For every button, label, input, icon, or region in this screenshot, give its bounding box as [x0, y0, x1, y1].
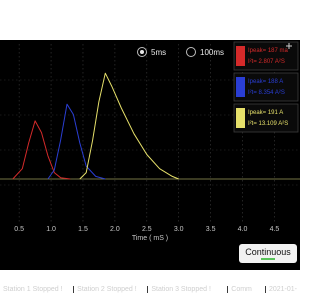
waveform-chart: 0.5 1.0 1.5 2.0 2.5 3.0 3.5 4.0 4.5 Time ( mS ) 5m… [0, 41, 300, 242]
x-tick-label: 4.5 [270, 226, 280, 233]
station-3-status: Station 3 Stopped ! [148, 285, 229, 293]
timebase-option-100ms[interactable]: 100ms [186, 47, 225, 58]
station-1-status: Station 1 Stopped ! [0, 285, 75, 293]
x-tick-label: 4.0 [238, 226, 248, 233]
x-tick-label: 2.5 [142, 226, 152, 233]
readout-ipeak: Ipeak= 188 A [248, 79, 283, 85]
readout-ipeak: Ipeak= 191 A [248, 110, 283, 116]
timebase-100ms-label: 100ms [200, 48, 224, 57]
continuous-label: Continuous [245, 247, 291, 257]
readout-color-swatch [236, 46, 245, 66]
timebase-option-5ms[interactable]: 5ms [137, 47, 167, 58]
oscilloscope-screen: 0.5 1.0 1.5 2.0 2.5 3.0 3.5 4.0 4.5 Time ( mS ) 5m… [0, 40, 300, 293]
x-tick-label: 0.5 [14, 226, 24, 233]
station-2-status: Station 2 Stopped ! [74, 285, 149, 293]
readout-color-swatch [236, 108, 245, 128]
status-bar: Station 1 Stopped ! Station 2 Stopped ! … [0, 280, 300, 298]
radio-5ms-dot [140, 50, 144, 54]
x-tick-label: 1.0 [46, 226, 56, 233]
continuous-indicator [261, 258, 275, 260]
x-tick-label: 2.0 [110, 226, 120, 233]
continuous-button[interactable]: Continuous [239, 244, 297, 263]
series-line-yellow [79, 72, 179, 180]
readout-color-swatch [236, 77, 245, 97]
date-display: 2021-01- [268, 285, 297, 293]
x-tick-label: 1.5 [78, 226, 88, 233]
radio-100ms-icon [186, 47, 196, 57]
readout-i2t: I²t= 13.109 A²S [248, 121, 288, 127]
x-tick-label: 3.5 [206, 226, 216, 233]
readout-i2t: I²t= 8.354 A²S [248, 90, 285, 96]
x-tick-label: 3.0 [174, 226, 184, 233]
timebase-5ms-label: 5ms [151, 48, 166, 57]
comm-status: Comm [228, 285, 266, 293]
x-axis-label: Time ( mS ) [132, 235, 168, 242]
readout-ipeak: Ipeak= 187 ma [248, 48, 289, 54]
readout-i2t: I²t= 2.807 A²S [248, 59, 285, 65]
